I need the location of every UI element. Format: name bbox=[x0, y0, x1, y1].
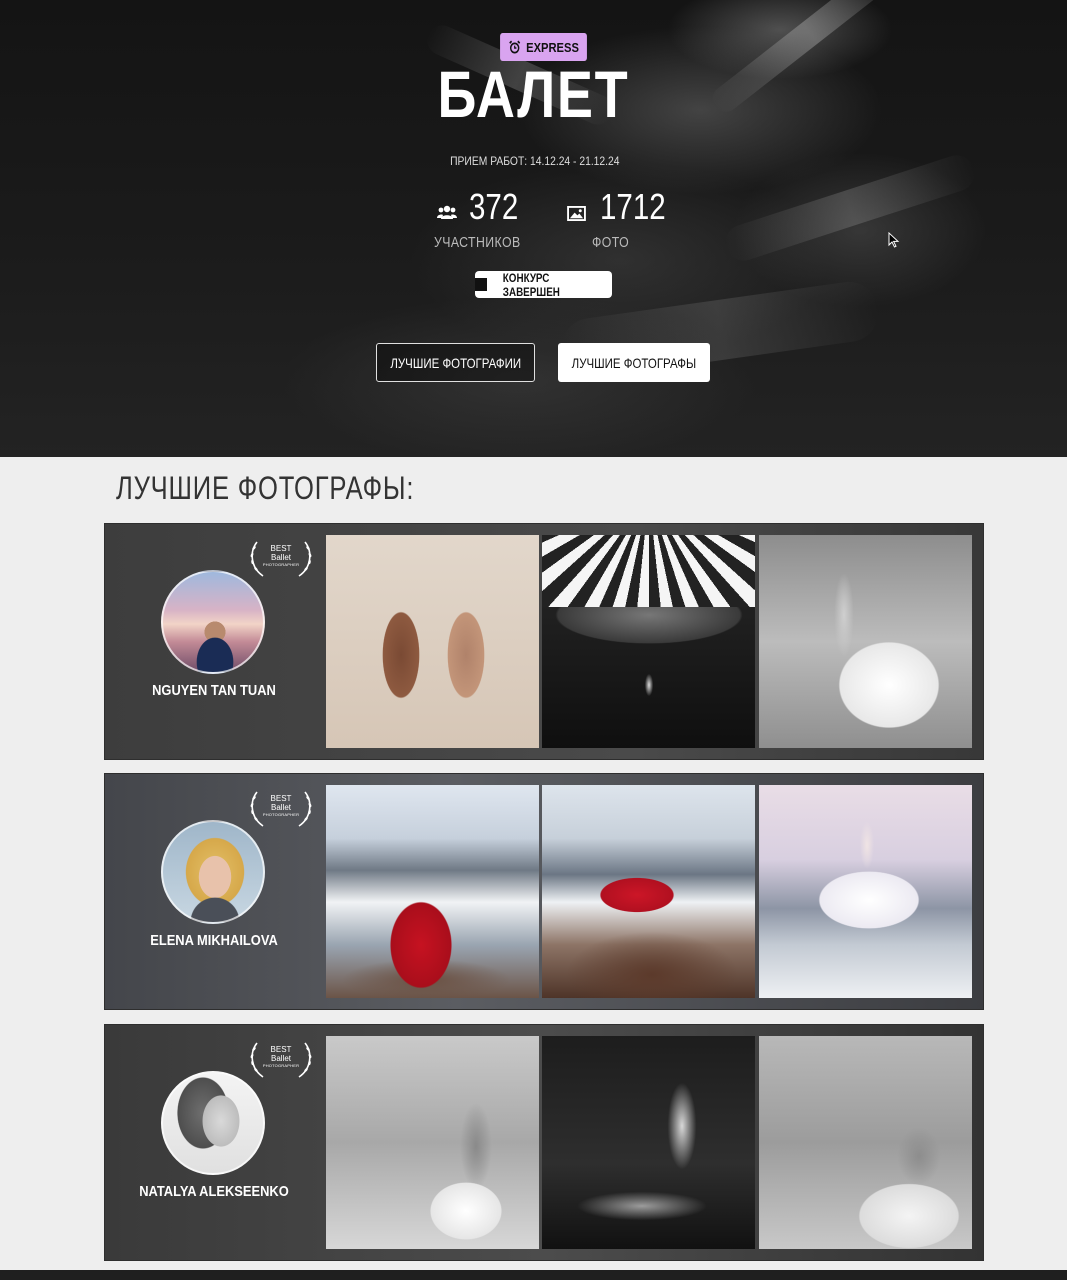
award-line-2: Ballet bbox=[270, 553, 291, 562]
award-line-1: BEST bbox=[270, 544, 292, 553]
photo-thumbnail[interactable] bbox=[759, 785, 972, 998]
best-photos-button[interactable]: ЛУЧШИЕ ФОТОГРАФИИ bbox=[376, 343, 535, 382]
award-line-3: PHOTOGRAPHER bbox=[262, 812, 300, 817]
photographer-name[interactable]: ELENA MIKHAILOVA bbox=[120, 932, 307, 949]
avatar[interactable] bbox=[161, 820, 265, 924]
participants-label: УЧАСТНИКОВ bbox=[434, 234, 521, 251]
best-photographers-button[interactable]: ЛУЧШИЕ ФОТОГРАФЫ bbox=[558, 343, 710, 382]
photos-stat: 1712 bbox=[567, 186, 680, 228]
image-icon bbox=[567, 206, 586, 221]
award-label: BEST Ballet PHOTOGRAPHER bbox=[260, 1045, 302, 1069]
photo-thumbnail[interactable] bbox=[326, 1036, 539, 1249]
photographer-card[interactable]: BEST Ballet PHOTOGRAPHER NGUYEN TAN TUAN bbox=[105, 524, 983, 759]
badge-label: EXPRESS bbox=[526, 39, 579, 55]
photo-thumbnail[interactable] bbox=[542, 1036, 755, 1249]
section-title: ЛУЧШИЕ ФОТОГРАФЫ: bbox=[116, 470, 415, 506]
photo-thumbnail[interactable] bbox=[542, 535, 755, 748]
participants-count: 372 bbox=[469, 186, 519, 227]
award-label: BEST Ballet PHOTOGRAPHER bbox=[260, 794, 302, 818]
award-line-3: PHOTOGRAPHER bbox=[262, 562, 300, 567]
photos-count: 1712 bbox=[600, 186, 666, 227]
photographer-info: BEST Ballet PHOTOGRAPHER ELENA MIKHAILOV… bbox=[105, 774, 323, 1009]
photographer-info: BEST Ballet PHOTOGRAPHER NATALYA ALEKSEE… bbox=[105, 1025, 323, 1260]
award-line-1: BEST bbox=[270, 1045, 292, 1054]
contest-status-badge: КОНКУРС ЗАВЕРШЕН bbox=[475, 270, 612, 299]
photo-thumbnail[interactable] bbox=[542, 785, 755, 998]
photographer-card[interactable]: BEST Ballet PHOTOGRAPHER ELENA MIKHAILOV… bbox=[105, 774, 983, 1009]
footer-bar bbox=[0, 1270, 1067, 1280]
best-photos-button-label: ЛУЧШИЕ ФОТОГРАФИИ bbox=[390, 354, 521, 371]
photo-thumbnail[interactable] bbox=[326, 785, 539, 998]
photographer-info: BEST Ballet PHOTOGRAPHER NGUYEN TAN TUAN bbox=[105, 524, 323, 759]
participants-stat: 372 bbox=[437, 186, 529, 228]
users-icon bbox=[437, 205, 457, 219]
award-line-2: Ballet bbox=[270, 803, 291, 812]
award-line-2: Ballet bbox=[270, 1054, 291, 1063]
avatar[interactable] bbox=[161, 1071, 265, 1175]
mouse-cursor-icon bbox=[888, 232, 900, 248]
hero-banner: EXPRESS БАЛЕТ ПРИЕМ РАБОТ: 14.12.24 - 21… bbox=[0, 0, 1067, 457]
photographer-name[interactable]: NATALYA ALEKSEENKO bbox=[120, 1183, 307, 1200]
photo-thumbnail[interactable] bbox=[326, 535, 539, 748]
award-line-1: BEST bbox=[270, 794, 292, 803]
photo-thumbnail[interactable] bbox=[759, 535, 972, 748]
photographer-card[interactable]: BEST Ballet PHOTOGRAPHER NATALYA ALEKSEE… bbox=[105, 1025, 983, 1260]
submission-dates: ПРИЕМ РАБОТ: 14.12.24 - 21.12.24 bbox=[450, 154, 620, 168]
page-title: БАЛЕТ bbox=[437, 57, 630, 131]
stop-square-icon bbox=[475, 278, 488, 291]
award-line-3: PHOTOGRAPHER bbox=[262, 1063, 300, 1068]
photo-thumbnail[interactable] bbox=[759, 1036, 972, 1249]
status-label: КОНКУРС ЗАВЕРШЕН bbox=[502, 270, 560, 299]
avatar[interactable] bbox=[161, 570, 265, 674]
photographer-name[interactable]: NGUYEN TAN TUAN bbox=[120, 682, 307, 699]
best-photographers-button-label: ЛУЧШИЕ ФОТОГРАФЫ bbox=[571, 354, 697, 371]
alarm-clock-icon bbox=[509, 40, 521, 54]
photos-label: ФОТО bbox=[592, 234, 630, 251]
award-label: BEST Ballet PHOTOGRAPHER bbox=[260, 544, 302, 568]
